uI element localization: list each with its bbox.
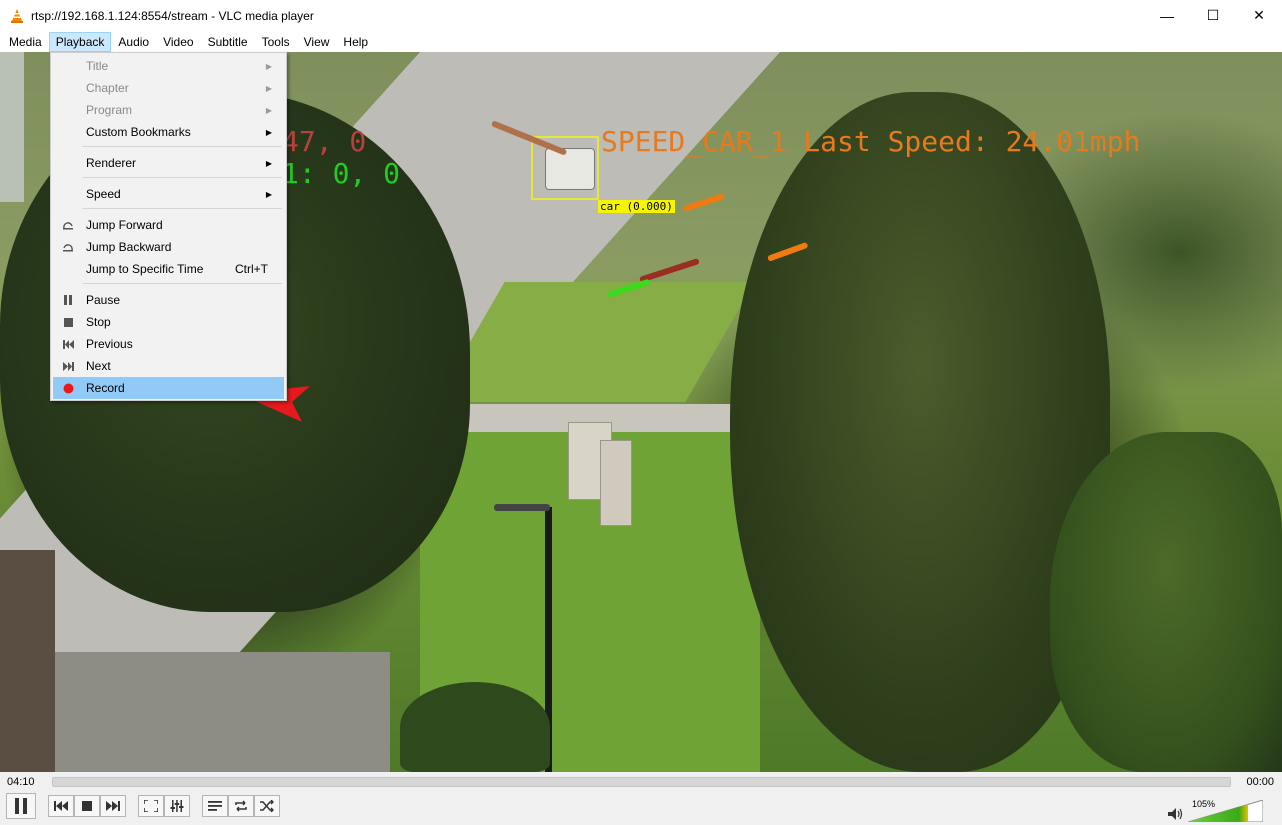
next-icon	[106, 801, 120, 811]
previous-icon	[53, 333, 83, 355]
remaining-time[interactable]: 00:00	[1246, 776, 1274, 788]
submenu-arrow-icon: ▶	[265, 127, 272, 137]
minimize-button[interactable]: —	[1144, 0, 1190, 31]
window-title: rtsp://192.168.1.124:8554/stream - VLC m…	[31, 8, 314, 23]
menu-separator	[82, 208, 282, 209]
speed-text: SPEED_CAR_1 Last Speed: 24.01mph	[601, 125, 1141, 158]
playback-controls: 04:10 00:00 105%	[0, 772, 1282, 825]
menu-item-record[interactable]: Record	[53, 377, 284, 399]
previous-button[interactable]	[48, 795, 74, 817]
utility-box-2	[600, 440, 632, 526]
menu-item-title: Title ▶	[86, 59, 272, 73]
menu-separator	[82, 177, 282, 178]
menu-playback[interactable]: Playback	[48, 31, 112, 52]
menu-item-custom-bookmarks[interactable]: Custom Bookmarks ▶	[53, 121, 284, 143]
tree-right	[1050, 432, 1282, 772]
next-button[interactable]	[100, 795, 126, 817]
record-icon	[53, 377, 83, 399]
window-controls: — ☐ ✕	[1144, 0, 1282, 31]
loop-button[interactable]	[228, 795, 254, 817]
detection-label: car (0.000)	[598, 200, 675, 213]
menu-bar: Media Playback Audio Video Subtitle Tool…	[0, 31, 1282, 52]
volume-slider[interactable]	[1188, 800, 1263, 822]
stop-icon	[82, 801, 92, 811]
playlist-icon	[208, 801, 222, 811]
shuffle-icon	[260, 800, 274, 812]
track-orange-1	[683, 193, 725, 212]
menu-item-renderer[interactable]: Renderer ▶	[53, 152, 284, 174]
extended-settings-button[interactable]	[164, 795, 190, 817]
playback-menu: Title ▶ Chapter ▶ Program ▶ Custom Bookm…	[50, 52, 287, 401]
menu-separator	[82, 283, 282, 284]
playlist-button[interactable]	[202, 795, 228, 817]
submenu-arrow-icon: ▶	[265, 158, 272, 168]
vlc-cone-icon	[11, 8, 23, 23]
pause-icon	[15, 798, 27, 814]
elapsed-time: 04:10	[7, 776, 35, 788]
submenu-arrow-icon: ▶	[265, 189, 272, 199]
menu-view[interactable]: View	[297, 32, 337, 52]
menu-item-jump-backward[interactable]: Jump Backward	[53, 236, 284, 258]
building-roof	[0, 550, 55, 772]
maximize-button[interactable]: ☐	[1190, 0, 1236, 31]
submenu-arrow-icon: ▶	[265, 61, 272, 71]
fullscreen-button[interactable]	[138, 795, 164, 817]
menu-separator	[82, 146, 282, 147]
equalizer-icon	[170, 800, 184, 812]
shortcut-label: Ctrl+T	[235, 262, 268, 276]
menu-item-jump-specific-time[interactable]: Jump to Specific Time Ctrl+T	[53, 258, 284, 280]
title-bar: rtsp://192.168.1.124:8554/stream - VLC m…	[0, 0, 1282, 31]
previous-icon	[54, 801, 68, 811]
lamp-head	[494, 504, 550, 511]
menu-item-previous[interactable]: Previous	[53, 333, 284, 355]
menu-item-next[interactable]: Next	[53, 355, 284, 377]
jump-forward-icon	[53, 214, 83, 236]
close-button[interactable]: ✕	[1236, 0, 1282, 31]
pause-icon	[53, 289, 83, 311]
menu-item-program: Program ▶	[86, 103, 272, 117]
menu-media[interactable]: Media	[2, 32, 49, 52]
menu-audio[interactable]: Audio	[111, 32, 156, 52]
fullscreen-icon	[144, 800, 158, 812]
menu-subtitle[interactable]: Subtitle	[201, 32, 255, 52]
stop-icon	[53, 311, 83, 333]
menu-item-speed[interactable]: Speed ▶	[53, 183, 284, 205]
building	[0, 52, 24, 202]
menu-item-jump-forward[interactable]: Jump Forward	[53, 214, 284, 236]
bush	[400, 682, 550, 772]
shuffle-button[interactable]	[254, 795, 280, 817]
parking-lot	[20, 652, 390, 772]
menu-tools[interactable]: Tools	[255, 32, 297, 52]
menu-item-pause[interactable]: Pause	[53, 289, 284, 311]
stop-button[interactable]	[74, 795, 100, 817]
menu-item-stop[interactable]: Stop	[53, 311, 284, 333]
menu-help[interactable]: Help	[336, 32, 375, 52]
submenu-arrow-icon: ▶	[265, 83, 272, 93]
next-icon	[53, 355, 83, 377]
partial-red-text: 47, 0	[282, 125, 367, 158]
jump-backward-icon	[53, 236, 83, 258]
partial-green-text: 1: 0, 0	[282, 157, 401, 190]
seek-bar[interactable]	[52, 777, 1231, 787]
speaker-icon[interactable]	[1168, 808, 1184, 820]
menu-item-chapter: Chapter ▶	[86, 81, 272, 95]
pause-button[interactable]	[6, 793, 36, 819]
menu-video[interactable]: Video	[156, 32, 200, 52]
loop-icon	[235, 800, 247, 812]
submenu-arrow-icon: ▶	[265, 105, 272, 115]
